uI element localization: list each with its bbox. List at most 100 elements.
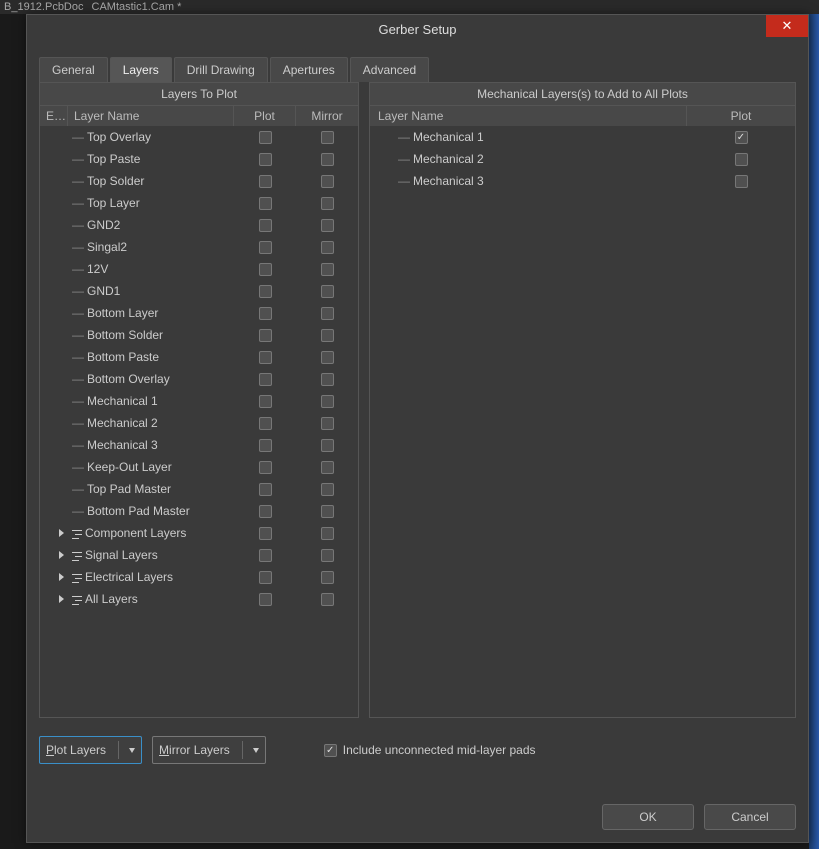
plot-checkbox[interactable] <box>259 483 272 496</box>
layer-row[interactable]: —Bottom Paste <box>40 346 358 368</box>
layer-row[interactable]: Electrical Layers <box>40 566 358 588</box>
col-extension[interactable]: Ex... <box>40 106 68 126</box>
layer-row[interactable]: —Bottom Solder <box>40 324 358 346</box>
col-layer-name[interactable]: Layer Name <box>370 106 687 126</box>
include-mid-layer-pads[interactable]: Include unconnected mid-layer pads <box>324 743 536 757</box>
col-mirror[interactable]: Mirror <box>296 106 358 126</box>
layer-row[interactable]: —Top Pad Master <box>40 478 358 500</box>
mirror-checkbox[interactable] <box>321 527 334 540</box>
mirror-layers-dropdown[interactable]: Mirror Layers <box>152 736 266 764</box>
tab-layers[interactable]: Layers <box>110 57 172 82</box>
plot-checkbox[interactable] <box>259 417 272 430</box>
expand-arrow-icon[interactable] <box>59 551 64 559</box>
plot-checkbox[interactable] <box>259 505 272 518</box>
layer-row[interactable]: —Top Layer <box>40 192 358 214</box>
editor-tab[interactable]: CAMtastic1.Cam * <box>92 1 182 13</box>
mirror-checkbox[interactable] <box>321 373 334 386</box>
close-button[interactable]: ✕ <box>766 15 808 37</box>
plot-checkbox[interactable] <box>259 153 272 166</box>
layer-row[interactable]: —Keep-Out Layer <box>40 456 358 478</box>
layer-row[interactable]: —Bottom Pad Master <box>40 500 358 522</box>
plot-checkbox[interactable] <box>259 395 272 408</box>
mirror-checkbox[interactable] <box>321 549 334 562</box>
plot-checkbox[interactable] <box>259 175 272 188</box>
plot-checkbox[interactable] <box>259 593 272 606</box>
mirror-checkbox[interactable] <box>321 197 334 210</box>
col-plot[interactable]: Plot <box>234 106 296 126</box>
plot-checkbox[interactable] <box>259 263 272 276</box>
layer-row[interactable]: —Mechanical 1 <box>40 390 358 412</box>
tab-advanced[interactable]: Advanced <box>350 57 429 82</box>
layer-row[interactable]: —Singal2 <box>40 236 358 258</box>
plot-checkbox[interactable] <box>259 439 272 452</box>
plot-checkbox[interactable] <box>259 285 272 298</box>
layer-row[interactable]: —Top Solder <box>40 170 358 192</box>
expand-arrow-icon[interactable] <box>59 529 64 537</box>
mech-layer-row[interactable]: —Mechanical 1 <box>370 126 795 148</box>
mirror-checkbox[interactable] <box>321 175 334 188</box>
tab-drill-drawing[interactable]: Drill Drawing <box>174 57 268 82</box>
mech-layer-row[interactable]: —Mechanical 3 <box>370 170 795 192</box>
plot-checkbox[interactable] <box>259 219 272 232</box>
mirror-checkbox[interactable] <box>321 461 334 474</box>
mirror-checkbox[interactable] <box>321 153 334 166</box>
mirror-checkbox[interactable] <box>321 483 334 496</box>
plot-checkbox[interactable] <box>259 527 272 540</box>
mirror-checkbox[interactable] <box>321 505 334 518</box>
col-layer-name[interactable]: Layer Name <box>68 106 234 126</box>
mirror-checkbox[interactable] <box>321 241 334 254</box>
mirror-checkbox[interactable] <box>321 263 334 276</box>
expand-cell[interactable] <box>40 573 68 581</box>
tab-apertures[interactable]: Apertures <box>270 57 348 82</box>
mirror-checkbox[interactable] <box>321 329 334 342</box>
plot-checkbox[interactable] <box>259 131 272 144</box>
plot-checkbox[interactable] <box>259 461 272 474</box>
plot-checkbox[interactable] <box>259 571 272 584</box>
layer-row[interactable]: —Top Overlay <box>40 126 358 148</box>
layer-row[interactable]: All Layers <box>40 588 358 610</box>
mirror-checkbox[interactable] <box>321 593 334 606</box>
layer-row[interactable]: —Mechanical 2 <box>40 412 358 434</box>
tab-general[interactable]: General <box>39 57 108 82</box>
layer-row[interactable]: —Mechanical 3 <box>40 434 358 456</box>
layer-row[interactable]: —Top Paste <box>40 148 358 170</box>
mirror-checkbox[interactable] <box>321 417 334 430</box>
layer-row[interactable]: —GND2 <box>40 214 358 236</box>
mirror-checkbox[interactable] <box>321 131 334 144</box>
plot-checkbox[interactable] <box>259 241 272 254</box>
plot-checkbox[interactable] <box>259 351 272 364</box>
expand-cell[interactable] <box>40 529 68 537</box>
ok-button[interactable]: OK <box>602 804 694 830</box>
layer-row[interactable]: Signal Layers <box>40 544 358 566</box>
plot-checkbox[interactable] <box>735 153 748 166</box>
plot-layers-dropdown[interactable]: Plot Layers <box>39 736 142 764</box>
plot-checkbox[interactable] <box>259 549 272 562</box>
layer-row[interactable]: —GND1 <box>40 280 358 302</box>
mech-layer-row[interactable]: —Mechanical 2 <box>370 148 795 170</box>
cancel-button[interactable]: Cancel <box>704 804 796 830</box>
checkbox-icon[interactable] <box>324 744 337 757</box>
mirror-checkbox[interactable] <box>321 351 334 364</box>
plot-checkbox[interactable] <box>259 197 272 210</box>
layer-row[interactable]: —Bottom Layer <box>40 302 358 324</box>
layer-row[interactable]: —Bottom Overlay <box>40 368 358 390</box>
plot-checkbox[interactable] <box>735 131 748 144</box>
mirror-checkbox[interactable] <box>321 439 334 452</box>
plot-checkbox[interactable] <box>259 307 272 320</box>
plot-checkbox[interactable] <box>259 373 272 386</box>
expand-arrow-icon[interactable] <box>59 595 64 603</box>
expand-cell[interactable] <box>40 595 68 603</box>
mirror-checkbox[interactable] <box>321 571 334 584</box>
mirror-checkbox[interactable] <box>321 285 334 298</box>
layer-row[interactable]: —12V <box>40 258 358 280</box>
plot-checkbox[interactable] <box>735 175 748 188</box>
col-plot[interactable]: Plot <box>687 106 795 126</box>
plot-checkbox[interactable] <box>259 329 272 342</box>
layer-row[interactable]: Component Layers <box>40 522 358 544</box>
editor-tab[interactable]: B_1912.PcbDoc <box>4 1 84 13</box>
expand-cell[interactable] <box>40 551 68 559</box>
mirror-checkbox[interactable] <box>321 307 334 320</box>
expand-arrow-icon[interactable] <box>59 573 64 581</box>
mirror-checkbox[interactable] <box>321 395 334 408</box>
mirror-checkbox[interactable] <box>321 219 334 232</box>
